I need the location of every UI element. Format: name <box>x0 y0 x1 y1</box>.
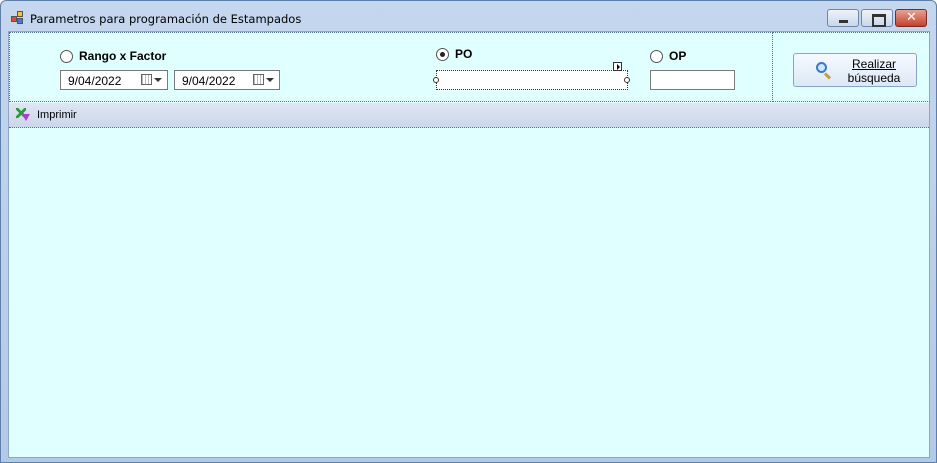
minimize-button[interactable] <box>827 9 859 27</box>
search-button-label: Realizar búsqueda <box>834 57 914 85</box>
rango-factor-radio[interactable]: Rango x Factor <box>60 49 166 63</box>
date-from-picker[interactable]: 9/04/2022 <box>60 70 168 90</box>
magnifier-icon <box>816 62 832 80</box>
op-radio[interactable]: OP <box>650 49 686 63</box>
date-to-picker[interactable]: 9/04/2022 <box>174 70 280 90</box>
radio-indicator <box>650 49 663 63</box>
search-panel: Realizar búsqueda <box>773 32 930 102</box>
title-bar[interactable]: Parametros para programación de Estampad… <box>1 1 936 31</box>
smart-tag-icon[interactable] <box>613 62 622 71</box>
search-line-2: búsqueda <box>847 71 901 85</box>
main-window: Parametros para programación de Estampad… <box>0 0 937 463</box>
rango-factor-label: Rango x Factor <box>79 49 167 63</box>
radio-indicator-selected <box>436 47 449 61</box>
calendar-dropdown-icon[interactable] <box>141 74 163 86</box>
maximize-button[interactable] <box>861 9 893 27</box>
app-icon[interactable] <box>11 11 25 25</box>
window-title: Parametros para programación de Estampad… <box>30 12 302 26</box>
search-line-1: Realizar <box>851 57 896 71</box>
form-client-area: Rango x Factor 9/04/2022 9/04/2022 PO OP… <box>8 31 930 458</box>
search-button[interactable]: Realizar búsqueda <box>793 53 917 87</box>
op-label: OP <box>669 49 687 63</box>
results-area <box>9 130 929 457</box>
po-input[interactable] <box>436 70 628 90</box>
date-to-value: 9/04/2022 <box>182 74 236 88</box>
date-from-value: 9/04/2022 <box>68 74 122 88</box>
close-button[interactable] <box>895 9 927 27</box>
parameters-panel: Rango x Factor 9/04/2022 9/04/2022 PO OP <box>9 32 773 102</box>
toolbar: Imprimir <box>9 103 929 128</box>
calendar-dropdown-icon[interactable] <box>253 74 275 86</box>
radio-indicator <box>60 49 73 63</box>
op-input[interactable] <box>650 70 735 90</box>
print-button-label[interactable]: Imprimir <box>37 109 77 121</box>
po-radio[interactable]: PO <box>436 47 472 61</box>
resize-handle-right[interactable] <box>624 77 630 83</box>
resize-handle-left[interactable] <box>433 77 439 83</box>
po-label: PO <box>455 47 473 61</box>
print-icon[interactable] <box>16 108 30 122</box>
